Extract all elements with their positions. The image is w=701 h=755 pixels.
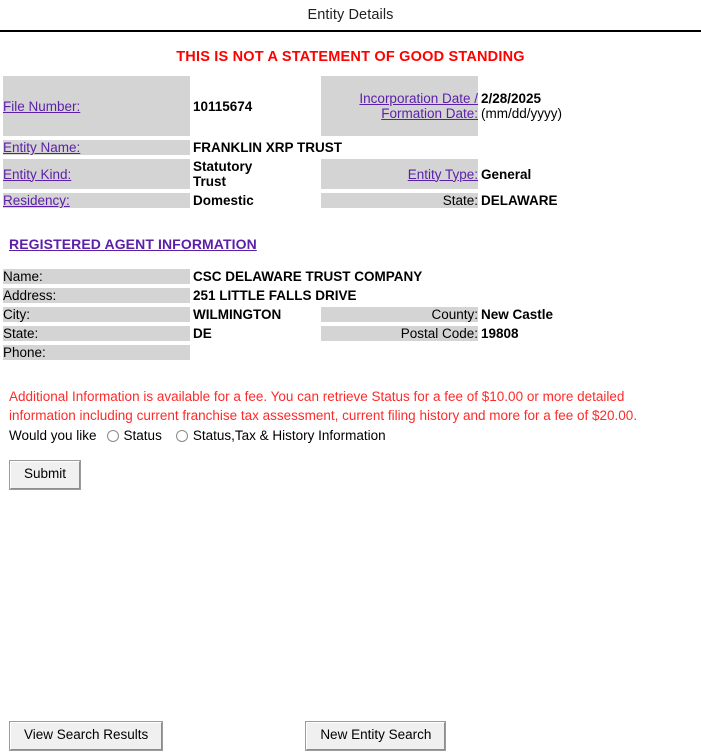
- incorporation-date-format-hint: (mm/dd/yyyy): [481, 106, 562, 121]
- agent-postal-code-value: 19808: [481, 326, 519, 341]
- table-row: File Number: 10115674 Incorporation Date…: [3, 76, 691, 136]
- agent-county-label: County:: [431, 307, 478, 322]
- new-entity-search-button[interactable]: New Entity Search: [305, 721, 447, 751]
- page-title: Entity Details: [307, 7, 394, 23]
- entity-type-label-link[interactable]: Entity Type:: [408, 167, 478, 182]
- entity-kind-label-cell: Entity Kind:: [3, 159, 190, 189]
- would-you-like-label: Would you like: [9, 428, 97, 443]
- entity-kind-value: Statutory Trust: [193, 159, 253, 189]
- fee-notice-text: Additional Information is available for …: [9, 389, 638, 423]
- table-row: City: WILMINGTON County: New Castle: [3, 307, 691, 322]
- radio-status-label[interactable]: Status: [124, 428, 162, 443]
- state-label: State:: [442, 193, 478, 208]
- entity-type-label-cell: Entity Type:: [321, 159, 478, 189]
- file-number-label-cell: File Number:: [3, 76, 190, 136]
- agent-address-label-cell: Address:: [3, 288, 190, 303]
- agent-state-label: State:: [3, 326, 39, 341]
- entity-type-value: General: [481, 166, 532, 182]
- agent-postal-code-label-cell: Postal Code:: [321, 326, 478, 341]
- table-row: Phone:: [3, 345, 691, 360]
- residency-label-link[interactable]: Residency:: [3, 193, 70, 208]
- warning-banner: THIS IS NOT A STATEMENT OF GOOD STANDING: [0, 49, 701, 65]
- entity-name-label-link[interactable]: Entity Name:: [3, 140, 80, 155]
- registered-agent-table: Name: CSC DELAWARE TRUST COMPANY Address…: [0, 265, 694, 364]
- not-statement-of-good-standing-text: THIS IS NOT A STATEMENT OF GOOD STANDING: [176, 49, 525, 65]
- table-row: Name: CSC DELAWARE TRUST COMPANY: [3, 269, 691, 284]
- agent-postal-code-label: Postal Code:: [400, 326, 478, 341]
- bottom-button-bar: View Search Results New Entity Search: [8, 721, 691, 751]
- incorporation-date-value-cell: 2/28/2025 (mm/dd/yyyy): [481, 76, 691, 136]
- table-row: Entity Name: FRANKLIN XRP TRUST: [3, 140, 691, 155]
- incorporation-date-value: 2/28/2025: [481, 91, 542, 106]
- page-header: Entity Details: [0, 0, 701, 32]
- agent-city-label-cell: City:: [3, 307, 190, 322]
- entity-name-label-cell: Entity Name:: [3, 140, 190, 155]
- agent-phone-label-cell: Phone:: [3, 345, 190, 360]
- state-label-cell: State:: [321, 193, 478, 208]
- agent-city-label: City:: [3, 307, 30, 322]
- button-spacer: [162, 722, 306, 750]
- submit-button-wrap: Submit: [8, 460, 701, 490]
- incorporation-date-label-link[interactable]: Incorporation Date / Formation Date:: [359, 91, 478, 121]
- view-search-results-button[interactable]: View Search Results: [8, 721, 164, 751]
- residency-value: Domestic: [193, 193, 254, 208]
- registered-agent-heading: REGISTERED AGENT INFORMATION: [9, 236, 257, 252]
- agent-phone-value: [193, 345, 691, 360]
- residency-label-cell: Residency:: [3, 193, 190, 208]
- entity-name-value: FRANKLIN XRP TRUST: [193, 140, 343, 155]
- agent-name-value: CSC DELAWARE TRUST COMPANY: [193, 269, 423, 284]
- incorporation-date-label-cell: Incorporation Date / Formation Date:: [321, 76, 478, 136]
- table-row: Address: 251 LITTLE FALLS DRIVE: [3, 288, 691, 303]
- agent-city-value: WILMINGTON: [193, 307, 282, 322]
- agent-county-value: New Castle: [481, 307, 554, 322]
- agent-name-label-cell: Name:: [3, 269, 190, 284]
- agent-state-value: DE: [193, 326, 212, 341]
- radio-status-icon[interactable]: [106, 429, 119, 442]
- table-row: Entity Kind: Statutory Trust Entity Type…: [3, 159, 691, 189]
- file-number-label-link[interactable]: File Number:: [3, 99, 80, 114]
- entity-details-table: File Number: 10115674 Incorporation Date…: [0, 72, 694, 212]
- state-value: DELAWARE: [481, 193, 558, 208]
- agent-state-label-cell: State:: [3, 326, 190, 341]
- table-row: Residency: Domestic State: DELAWARE: [3, 193, 691, 208]
- submit-button[interactable]: Submit: [8, 460, 82, 490]
- agent-name-label: Name:: [3, 269, 43, 284]
- file-number-value: 10115674: [193, 98, 253, 114]
- information-option-row: Would you like Status Status,Tax & Histo…: [9, 428, 701, 443]
- table-row: State: DE Postal Code: 19808: [3, 326, 691, 341]
- entity-kind-label-link[interactable]: Entity Kind:: [3, 167, 71, 182]
- agent-address-label: Address:: [3, 288, 57, 303]
- agent-county-label-cell: County:: [321, 307, 478, 322]
- agent-address-value: 251 LITTLE FALLS DRIVE: [193, 288, 357, 303]
- radio-status-tax-history-label[interactable]: Status,Tax & History Information: [193, 428, 386, 443]
- radio-status-tax-history-icon[interactable]: [175, 429, 188, 442]
- agent-phone-label: Phone:: [3, 345, 46, 360]
